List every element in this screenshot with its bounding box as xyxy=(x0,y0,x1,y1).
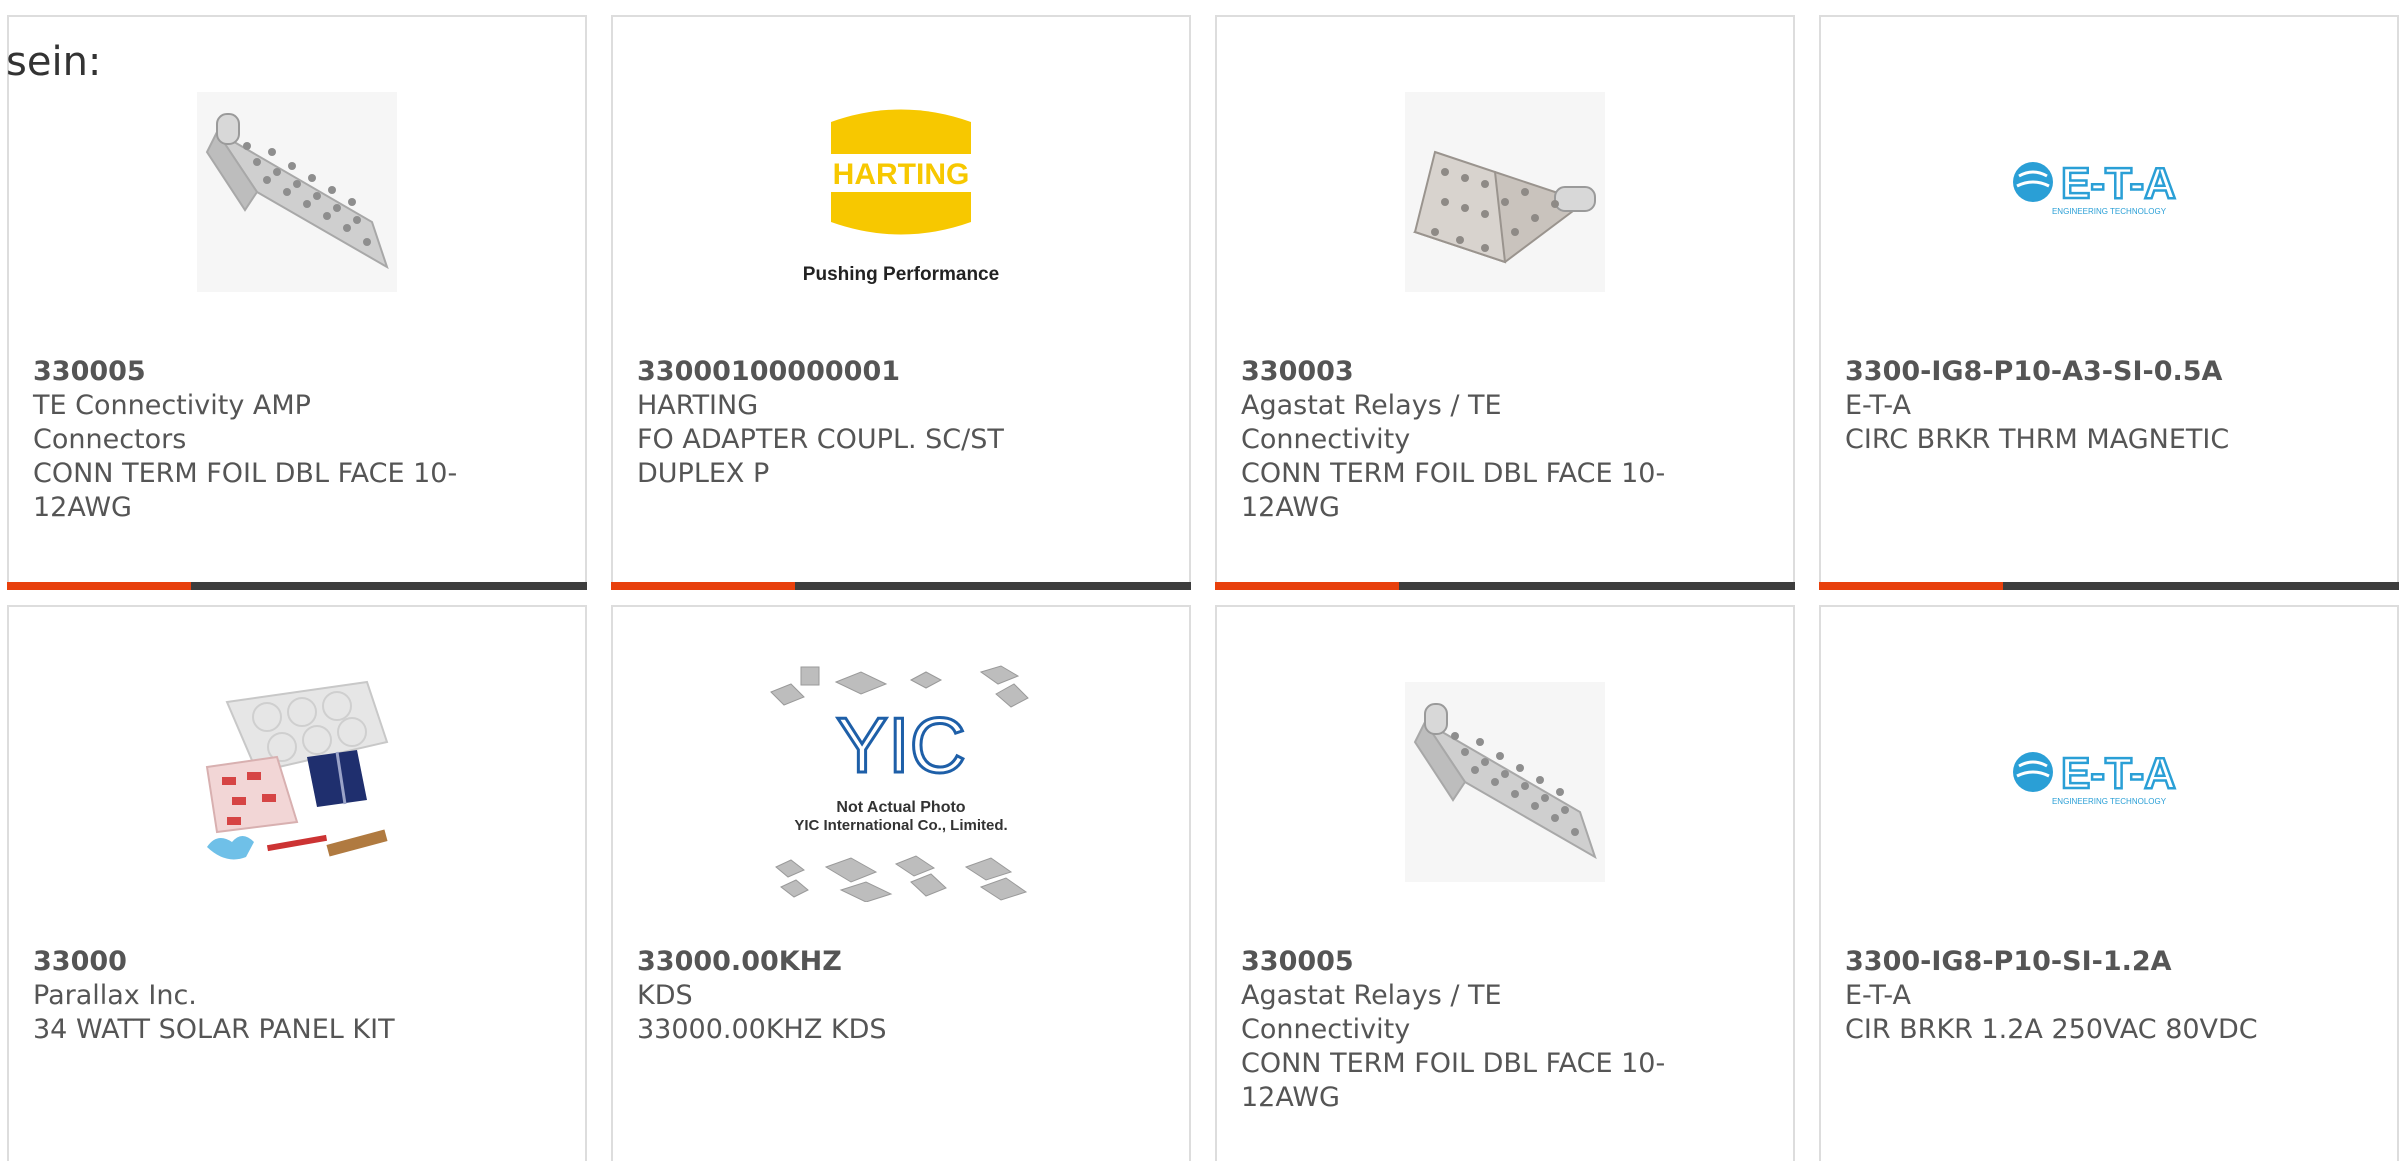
manufacturer: Agastat Relays / TE Connectivity xyxy=(1241,980,1502,1045)
manufacturer: KDS xyxy=(637,980,693,1011)
description: CIR BRKR 1.2A 250VAC 80VDC xyxy=(1845,1014,2258,1045)
manufacturer: Agastat Relays / TE Connectivity xyxy=(1241,390,1502,455)
manufacturer: Parallax Inc. xyxy=(33,980,197,1011)
card-bottom-bar xyxy=(1215,582,1795,590)
product-card[interactable]: E-T-A ENGINEERING TECHNOLOGY 3300-IG8-P1… xyxy=(1819,15,2399,590)
harting-tagline: Pushing Performance xyxy=(803,264,999,285)
product-info: 33000.00KHZ KDS 33000.00KHZ KDS xyxy=(637,945,1067,1047)
eta-logo-text: E-T-A xyxy=(2061,159,2176,208)
product-card[interactable]: 33000 Parallax Inc. 34 WATT SOLAR PANEL … xyxy=(7,605,587,1161)
card-accent xyxy=(1215,582,1399,590)
product-card[interactable]: 330005 Agastat Relays / TE Connectivity … xyxy=(1215,605,1795,1161)
description: 33000.00KHZ KDS xyxy=(637,1014,887,1045)
product-card[interactable]: 330003 Agastat Relays / TE Connectivity … xyxy=(1215,15,1795,590)
part-number[interactable]: 330005 xyxy=(1241,945,1671,979)
harting-logo-text: HARTING xyxy=(833,158,970,191)
description: 34 WATT SOLAR PANEL KIT xyxy=(33,1014,395,1045)
product-image[interactable]: E-T-A ENGINEERING TECHNOLOGY xyxy=(1821,667,2397,897)
product-info: 330005 TE Connectivity AMP Connectors CO… xyxy=(33,355,463,525)
card-accent xyxy=(7,582,191,590)
eta-logo: E-T-A ENGINEERING TECHNOLOGY xyxy=(2013,158,2177,216)
manufacturer: HARTING xyxy=(637,390,759,421)
eta-tagline: ENGINEERING TECHNOLOGY xyxy=(2052,207,2167,216)
manufacturer: E-T-A xyxy=(1845,390,1911,421)
product-image[interactable]: HARTING Pushing Performance xyxy=(613,77,1189,307)
part-number[interactable]: 3300-IG8-P10-A3-SI-0.5A xyxy=(1845,355,2275,389)
product-card[interactable]: HARTING Pushing Performance 330001000000… xyxy=(611,15,1191,590)
part-number[interactable]: 33000100000001 xyxy=(637,355,1067,389)
part-number[interactable]: 330005 xyxy=(33,355,463,389)
description: CONN TERM FOIL DBL FACE 10-12AWG xyxy=(1241,1048,1666,1113)
product-card[interactable]: E-T-A ENGINEERING TECHNOLOGY 3300-IG8-P1… xyxy=(1819,605,2399,1161)
product-info: 330003 Agastat Relays / TE Connectivity … xyxy=(1241,355,1671,525)
product-info: 3300-IG8-P10-A3-SI-0.5A E-T-A CIRC BRKR … xyxy=(1845,355,2275,457)
manufacturer: TE Connectivity AMP Connectors xyxy=(33,390,311,455)
product-card[interactable]: YIC Not Actual Photo YIC International C… xyxy=(611,605,1191,1161)
product-image[interactable]: YIC Not Actual Photo YIC International C… xyxy=(613,665,1189,902)
foil-terminal-icon xyxy=(1405,92,1605,292)
eta-tagline: ENGINEERING TECHNOLOGY xyxy=(2052,797,2167,806)
description: CONN TERM FOIL DBL FACE 10-12AWG xyxy=(1241,458,1666,523)
part-number[interactable]: 33000.00KHZ xyxy=(637,945,1067,979)
yic-line1: Not Actual Photo xyxy=(836,799,965,816)
description: CIRC BRKR THRM MAGNETIC xyxy=(1845,424,2230,455)
manufacturer: E-T-A xyxy=(1845,980,1911,1011)
foil-terminal-icon xyxy=(197,92,397,292)
yic-line2: YIC International Co., Limited. xyxy=(794,817,1007,834)
product-info: 33000100000001 HARTING FO ADAPTER COUPL.… xyxy=(637,355,1067,491)
product-image[interactable]: E-T-A ENGINEERING TECHNOLOGY xyxy=(1821,77,2397,307)
product-image[interactable] xyxy=(9,77,585,307)
description: FO ADAPTER COUPL. SC/ST DUPLEX P xyxy=(637,424,1004,489)
foil-terminal-icon xyxy=(1405,682,1605,882)
solar-kit-icon xyxy=(205,680,389,860)
eta-logo-text: E-T-A xyxy=(2061,749,2176,798)
product-listing-page: sein: 330005 TE Connectivity AMP Connect… xyxy=(0,0,2400,1161)
card-bottom-bar xyxy=(611,582,1191,590)
card-bottom-bar xyxy=(1819,582,2399,590)
card-bottom-bar xyxy=(7,582,587,590)
description: CONN TERM FOIL DBL FACE 10-12AWG xyxy=(33,458,458,523)
product-card[interactable]: 330005 TE Connectivity AMP Connectors CO… xyxy=(7,15,587,590)
yic-logo-text: YIC xyxy=(836,701,966,789)
product-info: 3300-IG8-P10-SI-1.2A E-T-A CIR BRKR 1.2A… xyxy=(1845,945,2275,1047)
eta-logo: E-T-A ENGINEERING TECHNOLOGY xyxy=(2013,748,2177,806)
intro-text: sein: xyxy=(6,39,102,85)
product-image[interactable] xyxy=(1217,667,1793,897)
card-accent xyxy=(1819,582,2003,590)
yic-placeholder: YIC Not Actual Photo YIC International C… xyxy=(770,665,1029,902)
product-info: 33000 Parallax Inc. 34 WATT SOLAR PANEL … xyxy=(33,945,463,1047)
harting-logo: HARTING Pushing Performance xyxy=(803,109,999,285)
product-image[interactable] xyxy=(1217,77,1793,307)
product-grid: 330005 TE Connectivity AMP Connectors CO… xyxy=(7,15,2399,1161)
product-info: 330005 Agastat Relays / TE Connectivity … xyxy=(1241,945,1671,1115)
part-number[interactable]: 3300-IG8-P10-SI-1.2A xyxy=(1845,945,2275,979)
card-accent xyxy=(611,582,795,590)
part-number[interactable]: 330003 xyxy=(1241,355,1671,389)
product-image[interactable] xyxy=(9,667,585,897)
part-number[interactable]: 33000 xyxy=(33,945,463,979)
